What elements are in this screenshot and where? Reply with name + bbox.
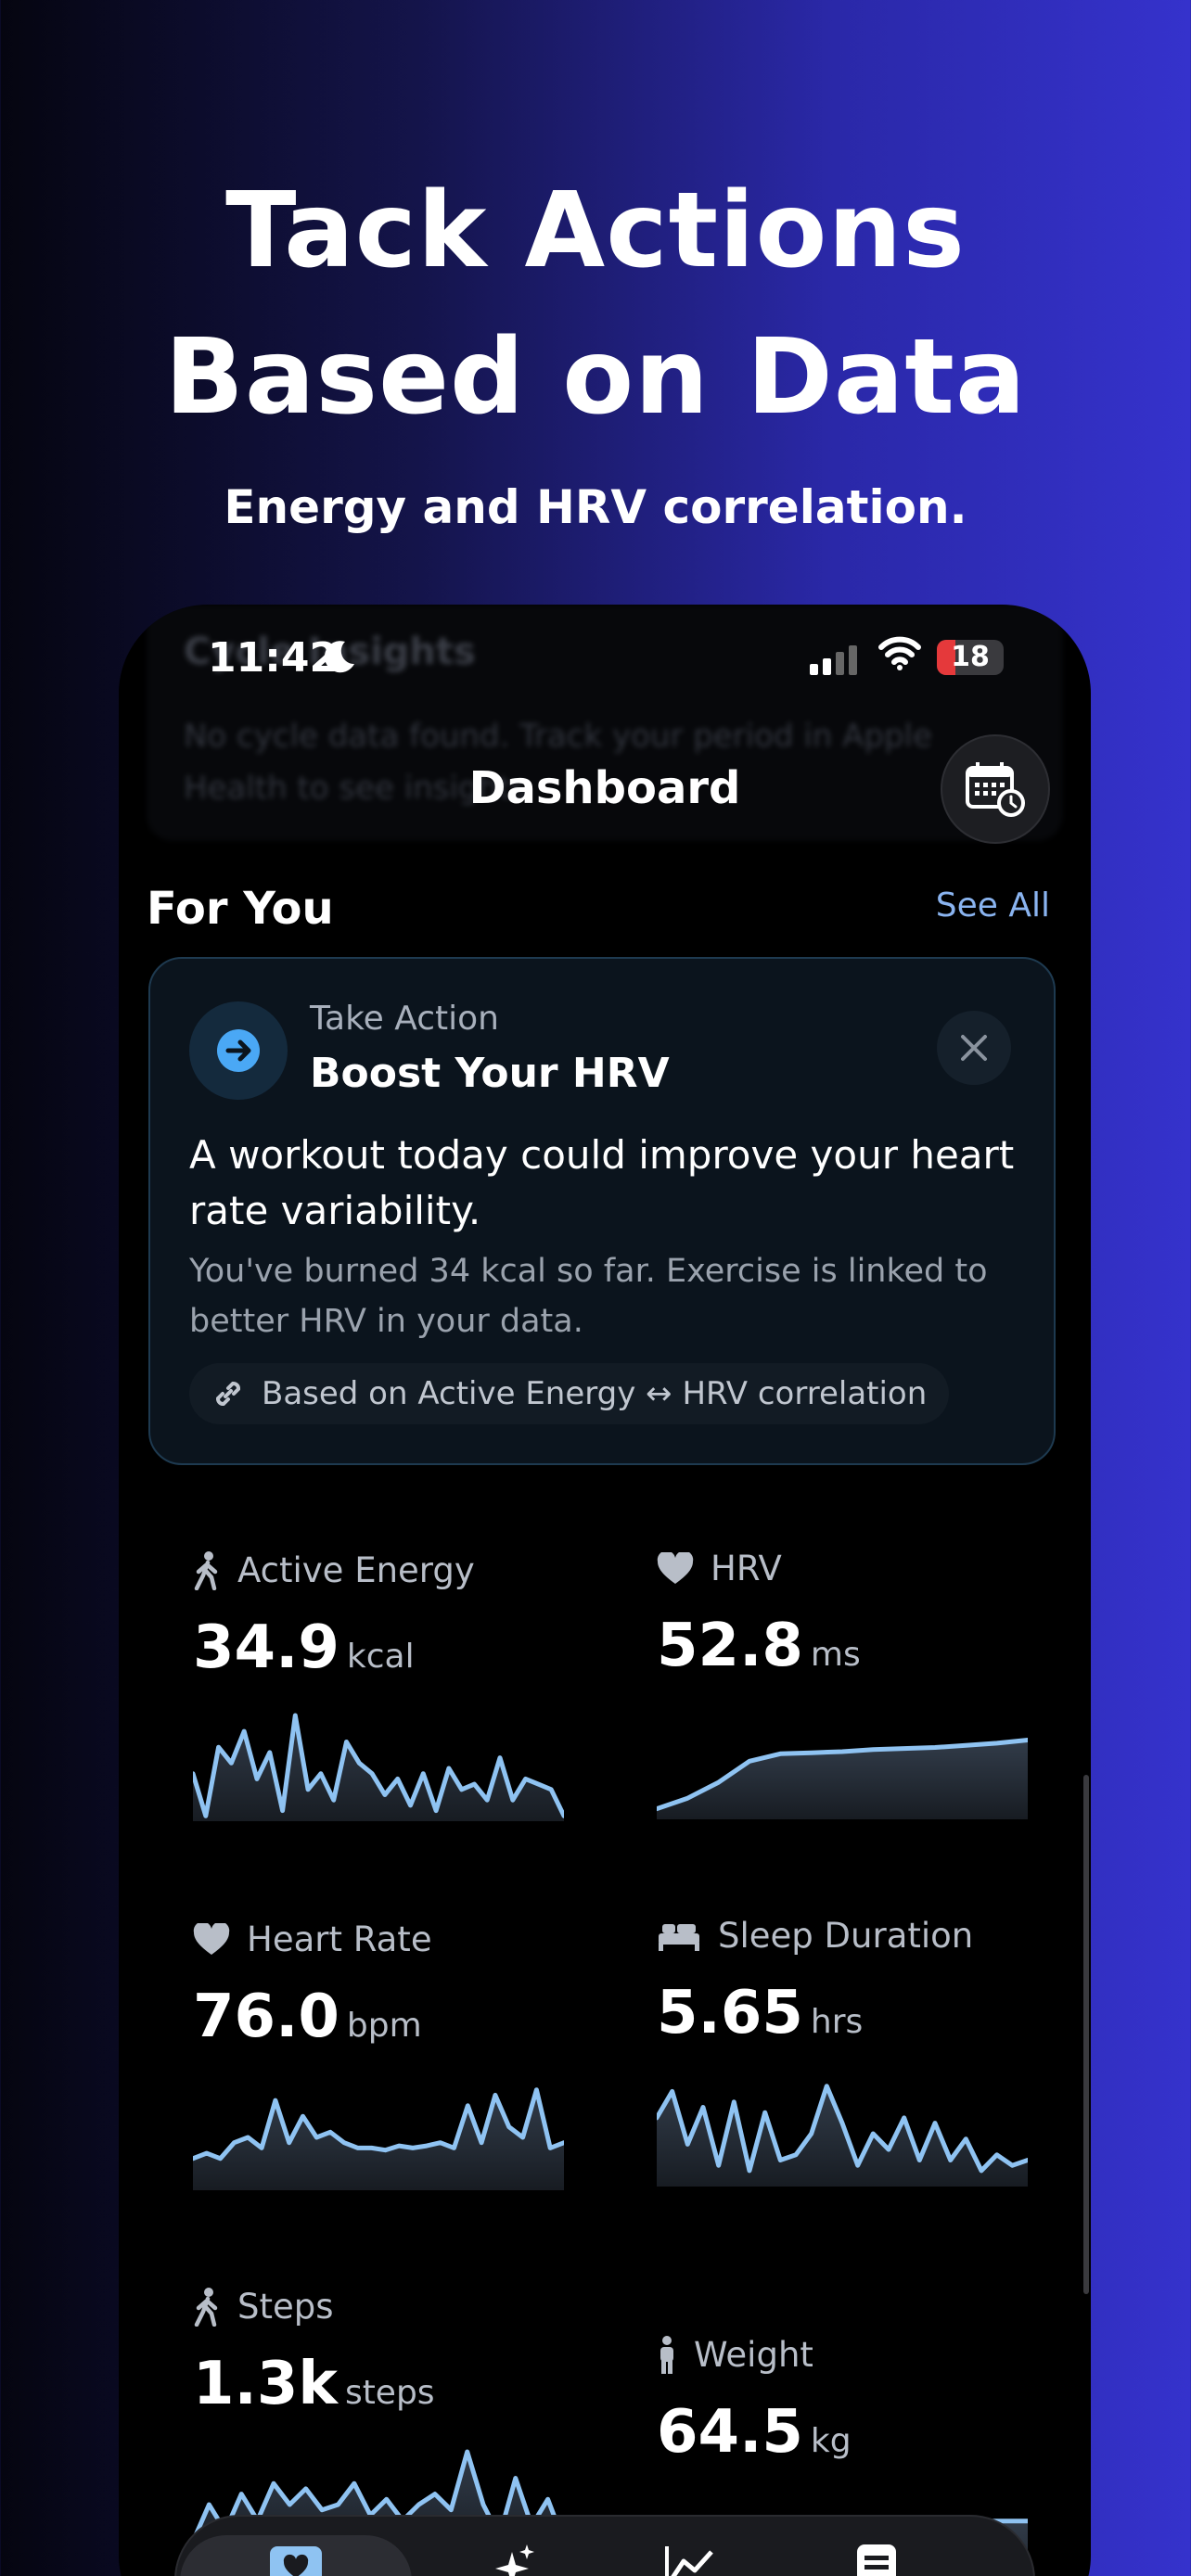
heart-icon (657, 1551, 694, 1584)
headline-subtitle: Energy and HRV correlation. (224, 480, 967, 534)
metric-header: Active Energy (193, 1550, 475, 1590)
metric-unit: bpm (346, 2007, 422, 2045)
metric-value: 1.3k (193, 2350, 338, 2418)
metric-sleep-duration[interactable]: Sleep Duration 5.65 hrs (657, 1916, 1046, 2213)
tab-trends[interactable] (621, 2535, 761, 2576)
sparkline-chart (193, 2087, 564, 2190)
wifi-icon (877, 634, 922, 675)
correlation-text: Based on Active Energy ↔ HRV correlation (262, 1375, 928, 1412)
for-you-title: For You (147, 883, 334, 935)
chart-line-icon (665, 2546, 713, 2576)
metric-unit: kg (810, 2422, 852, 2460)
sparkles-icon (495, 2544, 534, 2576)
metric-value: 5.65 (657, 1979, 803, 2047)
metric-header: Steps (193, 2287, 334, 2327)
metric-label: HRV (711, 1549, 782, 1588)
action-detail: You've burned 34 kcal so far. Exercise i… (189, 1253, 988, 1340)
headline-text: Tack Actions Based on Data (0, 158, 1191, 451)
metric-label: Heart Rate (247, 1919, 432, 1959)
metric-value-row: 76.0 bpm (193, 1983, 422, 2051)
metric-unit: hrs (810, 2003, 864, 2041)
see-all-link[interactable]: See All (936, 886, 1050, 925)
headline-line-1: Tack Actions (225, 171, 966, 291)
metric-header: Sleep Duration (657, 1916, 973, 1956)
action-icon-container (189, 1001, 288, 1100)
metric-value-row: 64.5 kg (657, 2398, 852, 2467)
walking-icon (194, 2287, 218, 2327)
arrow-right-circle-icon (217, 1029, 260, 1072)
calendar-button[interactable] (941, 734, 1050, 844)
metric-value: 64.5 (657, 2398, 803, 2467)
close-icon (961, 1035, 987, 1061)
metric-value-row: 52.8 ms (657, 1612, 861, 1680)
heart-card-icon (270, 2546, 322, 2576)
sparkline-chart (193, 1713, 564, 1821)
action-title: Boost Your HRV (310, 1050, 670, 1097)
walking-icon (194, 1550, 218, 1590)
metric-heart-rate[interactable]: Heart Rate 76.0 bpm (193, 1919, 583, 2216)
metric-label: Weight (694, 2335, 813, 2375)
headline-line-2: Based on Data (164, 317, 1027, 438)
person-icon (660, 2335, 673, 2374)
metric-label: Steps (237, 2287, 334, 2327)
status-bar: 11:42 18 (119, 632, 1091, 688)
metric-label: Sleep Duration (718, 1916, 974, 1956)
document-icon (857, 2544, 896, 2576)
metric-header: Heart Rate (193, 1919, 432, 1959)
tab-insights[interactable] (445, 2535, 584, 2576)
calendar-clock-icon (966, 762, 1025, 817)
metric-active-energy[interactable]: Active Energy 34.9 kcal (193, 1550, 583, 1847)
bed-icon (659, 1923, 699, 1951)
action-body: A workout today could improve your heart… (189, 1132, 1015, 1233)
battery-indicator: 18 (937, 640, 1004, 675)
battery-level: 18 (951, 641, 990, 673)
sparkline-chart (657, 1738, 1028, 1819)
scrollbar[interactable] (1083, 1775, 1089, 2294)
metric-label: Active Energy (237, 1550, 475, 1590)
link-icon (216, 1382, 240, 1406)
metric-value-row: 5.65 hrs (657, 1979, 863, 2047)
phone-screen: Cycle Insights No cycle data found. Trac… (119, 605, 1091, 2576)
metric-value: 52.8 (657, 1612, 803, 1680)
metric-hrv[interactable]: HRV 52.8 ms (657, 1549, 1046, 1845)
correlation-pill: Based on Active Energy ↔ HRV correlation (189, 1363, 950, 1424)
metric-unit: kcal (346, 1638, 415, 1676)
metric-header: HRV (657, 1549, 782, 1588)
metric-value-row: 1.3k steps (193, 2350, 435, 2418)
tab-journal[interactable] (807, 2535, 946, 2576)
metric-value-row: 34.9 kcal (193, 1613, 415, 1682)
moon-icon (319, 636, 360, 686)
sparkline-area (193, 1715, 564, 1821)
cellular-signal-icon (810, 645, 857, 675)
action-eyebrow: Take Action (310, 1000, 499, 1038)
heart-icon (193, 1922, 230, 1955)
dismiss-button[interactable] (937, 1011, 1011, 1085)
tab-bar (174, 2515, 1035, 2576)
metric-unit: ms (810, 1636, 861, 1674)
tab-dashboard[interactable] (180, 2535, 412, 2576)
metric-value: 76.0 (193, 1983, 339, 2051)
metric-unit: steps (344, 2374, 435, 2412)
action-card[interactable]: Take Action Boost Your HRV A workout tod… (148, 957, 1056, 1465)
metric-value: 34.9 (193, 1613, 339, 1682)
metric-header: Weight (657, 2335, 813, 2375)
sparkline-chart (657, 2084, 1028, 2187)
